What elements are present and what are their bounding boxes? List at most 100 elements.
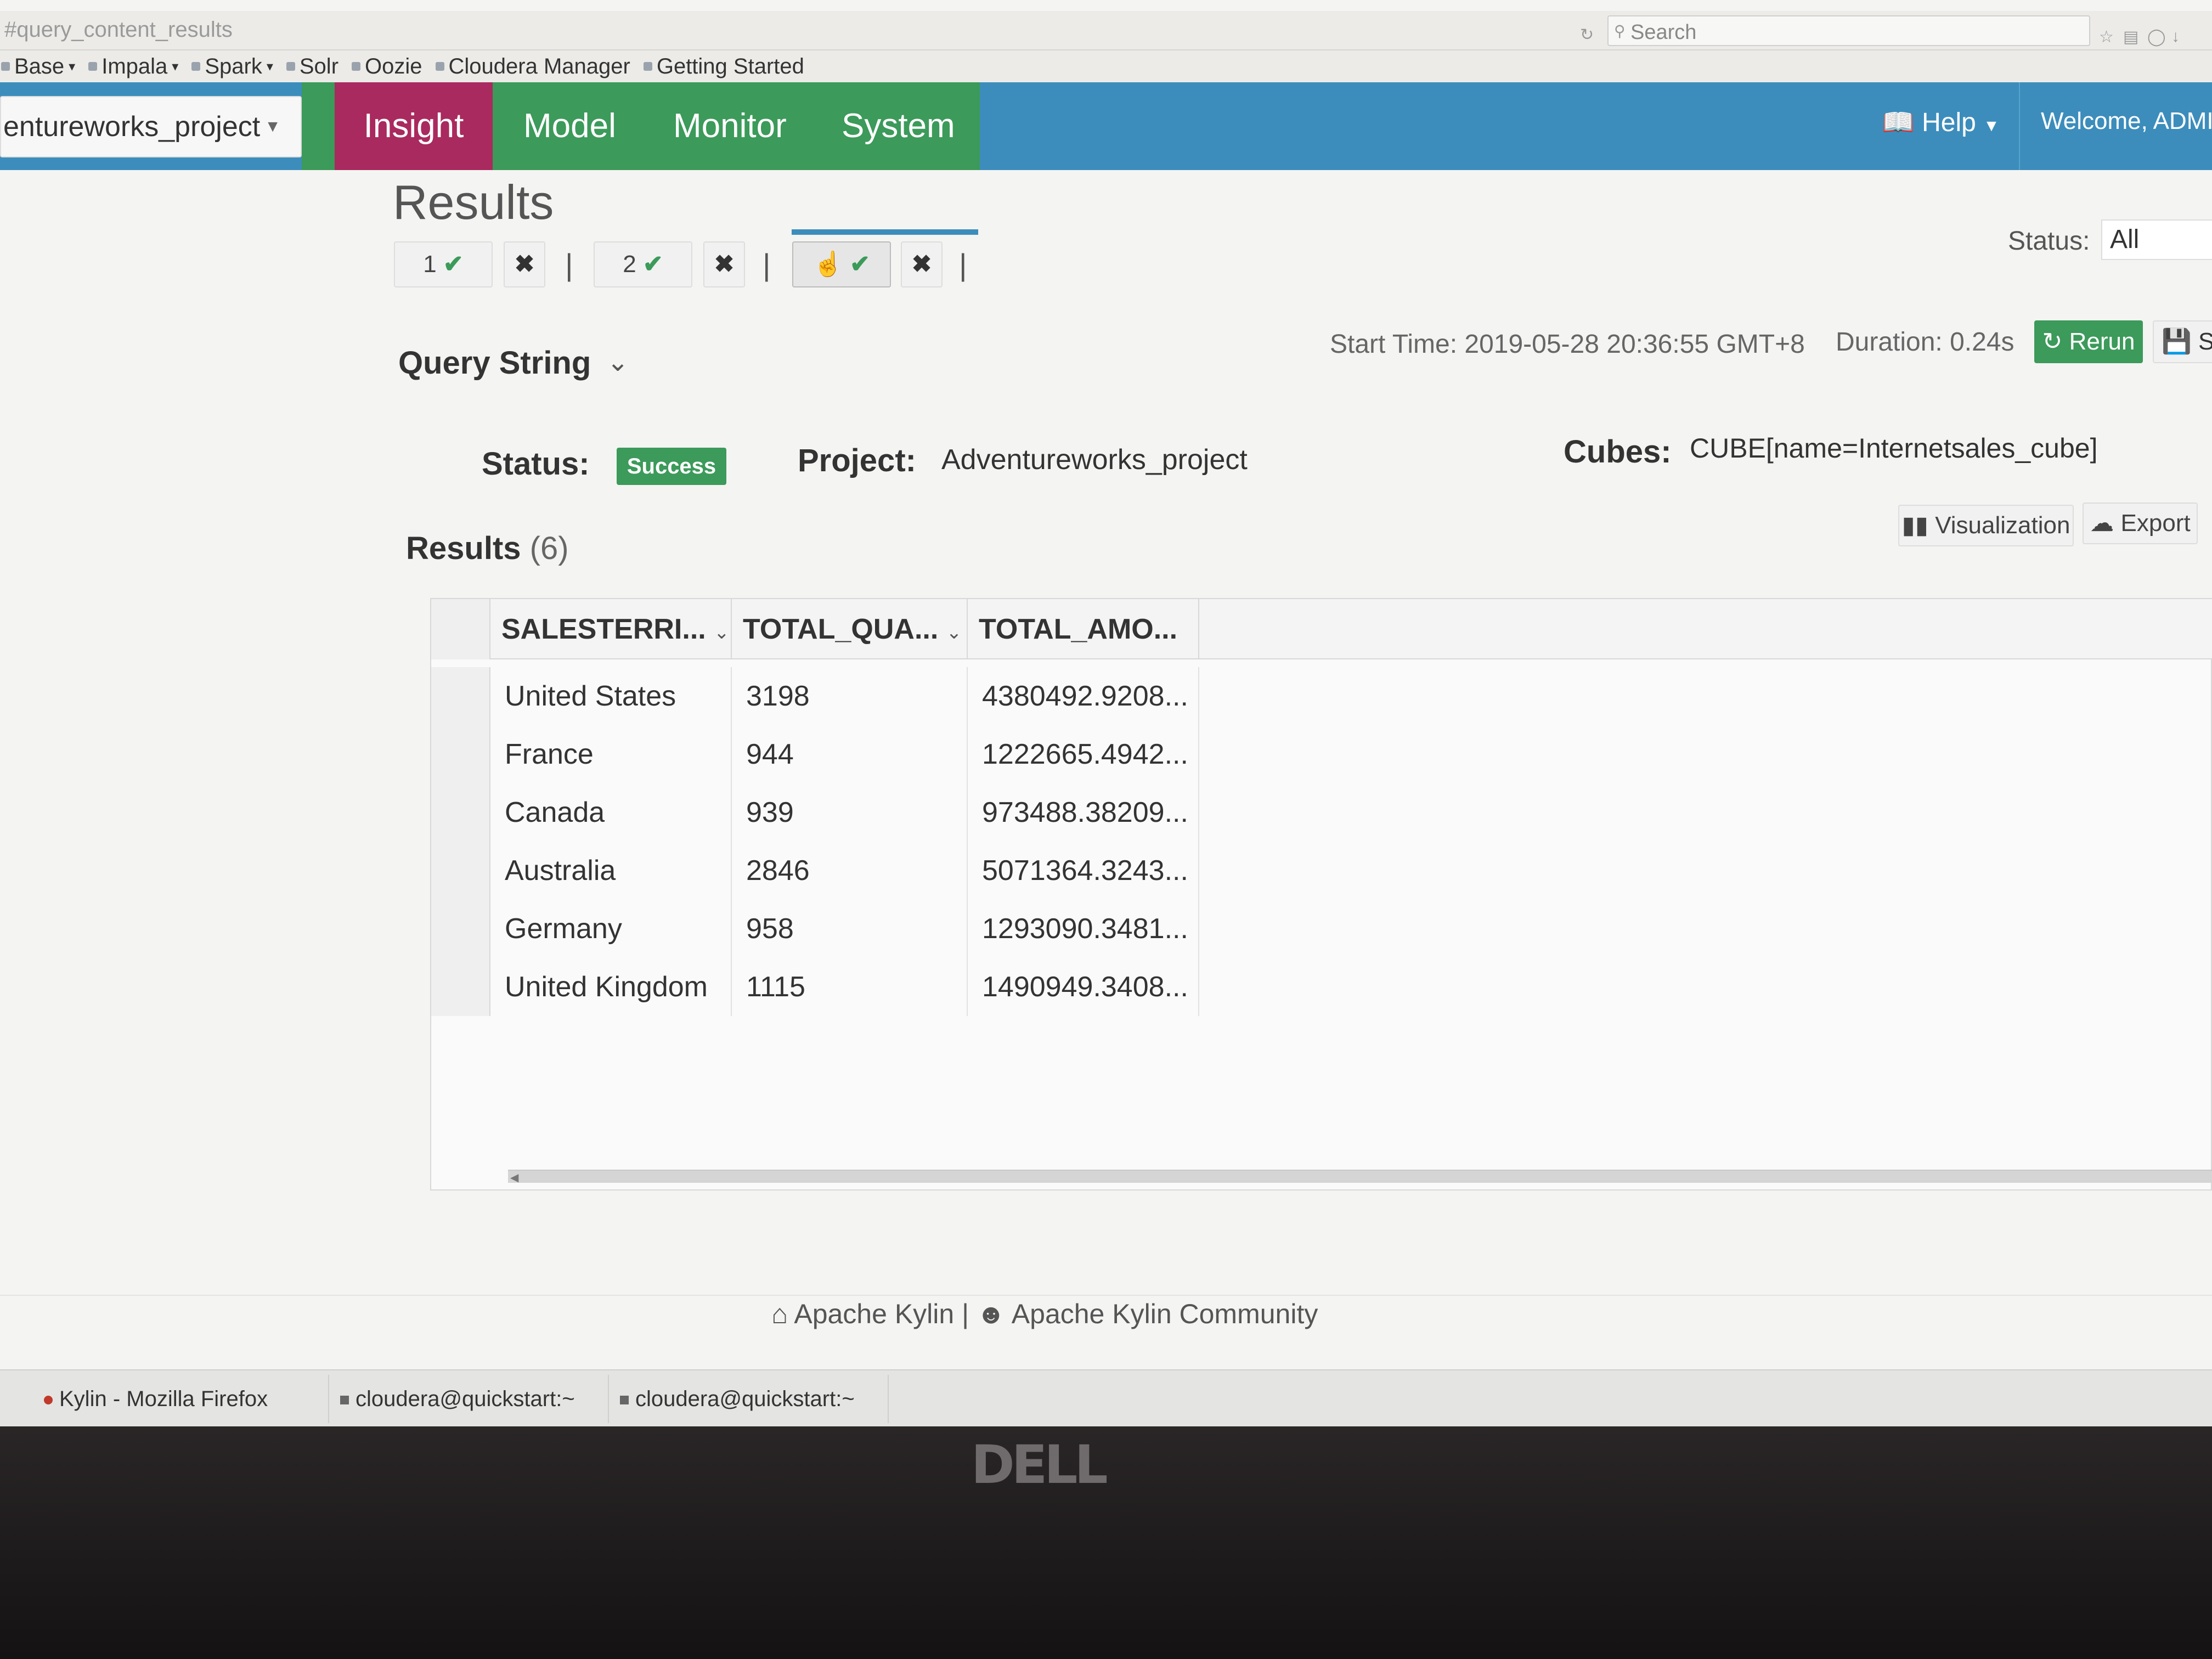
- column-header-total-quantity[interactable]: TOTAL_QUA... ⌄: [732, 599, 968, 659]
- footer-link-apache-kylin[interactable]: Apache Kylin: [794, 1299, 954, 1329]
- bookmark-folder-icon: [1, 62, 10, 71]
- bookmark-oozie[interactable]: Oozie: [352, 54, 422, 79]
- save-query-button[interactable]: 💾 Sa: [2153, 320, 2212, 363]
- query-string-toggle-title[interactable]: Query String: [398, 345, 591, 381]
- search-placeholder: Search: [1630, 21, 1697, 44]
- row-header-cell[interactable]: [431, 842, 490, 900]
- sort-chevron-icon[interactable]: ⌄: [946, 622, 962, 643]
- taskbar-item-terminal-1[interactable]: cloudera@quickstart:~: [329, 1375, 609, 1423]
- row-header-cell[interactable]: [431, 667, 490, 725]
- taskbar-item-firefox[interactable]: Kylin - Mozilla Firefox: [33, 1375, 329, 1423]
- query-tab-current[interactable]: ☝ ✔: [792, 241, 891, 287]
- status-filter-select[interactable]: All: [2101, 219, 2212, 260]
- table-row[interactable]: Canada 939 973488.38209...: [431, 783, 1199, 842]
- table-cell[interactable]: Australia: [490, 842, 732, 900]
- query-tab-2[interactable]: 2 ✔: [594, 241, 692, 287]
- welcome-user-menu[interactable]: Welcome, ADMIN: [2041, 108, 2212, 135]
- table-cell[interactable]: 1222665.4942...: [968, 725, 1199, 783]
- table-cell[interactable]: United States: [490, 667, 732, 725]
- bookmark-getting-started[interactable]: Getting Started: [643, 54, 804, 79]
- row-header-cell[interactable]: [431, 900, 490, 958]
- book-icon: 📖: [1882, 108, 1915, 137]
- query-tab-1[interactable]: 1 ✔: [394, 241, 493, 287]
- caret-down-icon: ▾: [69, 59, 76, 74]
- close-query-tab-1-button[interactable]: ✖: [504, 241, 545, 287]
- table-row[interactable]: France 944 1222665.4942...: [431, 725, 1199, 783]
- bookmark-spark[interactable]: Spark ▾: [191, 54, 273, 79]
- bookmark-solr[interactable]: Solr: [286, 54, 338, 79]
- query-status-label: Status:: [482, 446, 590, 482]
- taskbar-item-label: cloudera@quickstart:~: [635, 1387, 855, 1411]
- nav-tab-insight[interactable]: Insight: [335, 82, 493, 170]
- bookmarks-bar: Base ▾ Impala ▾ Spark ▾ Solr Oozie Cloudera Mana…: [0, 50, 2212, 83]
- row-header-cell[interactable]: [431, 725, 490, 783]
- query-cubes-label: Cubes:: [1564, 434, 1672, 470]
- footer-link-community[interactable]: Apache Kylin Community: [1012, 1299, 1318, 1329]
- table-cell[interactable]: 939: [732, 783, 968, 842]
- table-cell[interactable]: Germany: [490, 900, 732, 958]
- table-cell[interactable]: 5071364.3243...: [968, 842, 1199, 900]
- help-menu[interactable]: 📖 Help ▼: [1882, 106, 2000, 138]
- table-cell[interactable]: 958: [732, 900, 968, 958]
- table-cell[interactable]: 4380492.9208...: [968, 667, 1199, 725]
- nav-tab-model[interactable]: Model: [523, 82, 616, 170]
- table-cell[interactable]: 3198: [732, 667, 968, 725]
- export-button[interactable]: ☁ Export: [2083, 503, 2198, 544]
- bookmark-label: Getting Started: [656, 54, 804, 78]
- table-cell[interactable]: 944: [732, 725, 968, 783]
- browser-url-bar: #query_content_results ↻ ⚲ Search ☆ ▤ ◯ …: [0, 11, 2212, 50]
- bookmark-label: Cloudera Manager: [448, 54, 630, 78]
- table-cell[interactable]: 2846: [732, 842, 968, 900]
- table-cell[interactable]: France: [490, 725, 732, 783]
- scroll-left-icon[interactable]: ◀: [510, 1171, 518, 1184]
- nav-tab-system[interactable]: System: [842, 82, 955, 170]
- nav-tab-monitor[interactable]: Monitor: [673, 82, 787, 170]
- bookmark-folder-icon: [191, 62, 201, 71]
- url-text[interactable]: #query_content_results: [4, 18, 233, 42]
- bookmark-folder-icon: [643, 62, 652, 71]
- browser-search-input[interactable]: ⚲ Search: [1607, 15, 2090, 46]
- visualization-button[interactable]: ▮▮ Visualization: [1898, 505, 2074, 546]
- bookmark-cloudera-manager[interactable]: Cloudera Manager: [435, 54, 630, 79]
- screen: #query_content_results ↻ ⚲ Search ☆ ▤ ◯ …: [0, 0, 2212, 1426]
- visualization-label: Visualization: [1935, 512, 2070, 539]
- row-header-cell[interactable]: [431, 783, 490, 842]
- table-row[interactable]: United Kingdom 1115 1490949.3408...: [431, 958, 1199, 1016]
- grid-corner-cell: [431, 599, 490, 659]
- row-header-cell[interactable]: [431, 958, 490, 1016]
- column-header-label: TOTAL_AMO...: [979, 613, 1178, 645]
- table-row[interactable]: United States 3198 4380492.9208...: [431, 667, 1199, 725]
- table-cell[interactable]: United Kingdom: [490, 958, 732, 1016]
- chevron-double-down-icon[interactable]: ⌄: [607, 347, 629, 377]
- footer: ⌂ Apache Kylin | ☻ Apache Kylin Communit…: [771, 1298, 1318, 1330]
- table-row[interactable]: Germany 958 1293090.3481...: [431, 900, 1199, 958]
- footer-divider: [0, 1295, 2212, 1296]
- bookmark-label: Base: [14, 54, 65, 78]
- sort-chevron-icon[interactable]: ⌄: [714, 622, 730, 643]
- save-label: Sa: [2198, 328, 2212, 355]
- table-cell[interactable]: Canada: [490, 783, 732, 842]
- table-cell[interactable]: 1293090.3481...: [968, 900, 1199, 958]
- caret-down-icon: ▾: [266, 59, 273, 74]
- taskbar-item-terminal-2[interactable]: cloudera@quickstart:~: [609, 1375, 889, 1423]
- table-cell[interactable]: 973488.38209...: [968, 783, 1199, 842]
- bookmark-impala[interactable]: Impala ▾: [88, 54, 178, 79]
- star-icon[interactable]: ☆: [2099, 27, 2114, 47]
- close-query-tab-current-button[interactable]: ✖: [901, 241, 943, 287]
- horizontal-scrollbar[interactable]: ◀: [508, 1170, 2212, 1184]
- column-header-total-amount[interactable]: TOTAL_AMO...: [968, 599, 1199, 659]
- rerun-button[interactable]: ↻ Rerun: [2034, 320, 2143, 363]
- table-row[interactable]: Australia 2846 5071364.3243...: [431, 842, 1199, 900]
- download-icon[interactable]: ↓: [2171, 27, 2180, 46]
- project-select[interactable]: entureworks_project ▼: [0, 96, 302, 157]
- reload-icon[interactable]: ↻: [1580, 25, 1594, 44]
- table-cell[interactable]: 1115: [732, 958, 968, 1016]
- pocket-icon[interactable]: ◯: [2147, 27, 2166, 47]
- close-query-tab-2-button[interactable]: ✖: [703, 241, 745, 287]
- table-cell[interactable]: 1490949.3408...: [968, 958, 1199, 1016]
- nav-divider: [2019, 82, 2020, 170]
- bookmark-base[interactable]: Base ▾: [1, 54, 75, 79]
- column-header-salesterritory[interactable]: SALESTERRI... ⌄: [490, 599, 732, 659]
- bookmark-list-icon[interactable]: ▤: [2123, 27, 2138, 47]
- results-title-text: Results: [406, 531, 521, 566]
